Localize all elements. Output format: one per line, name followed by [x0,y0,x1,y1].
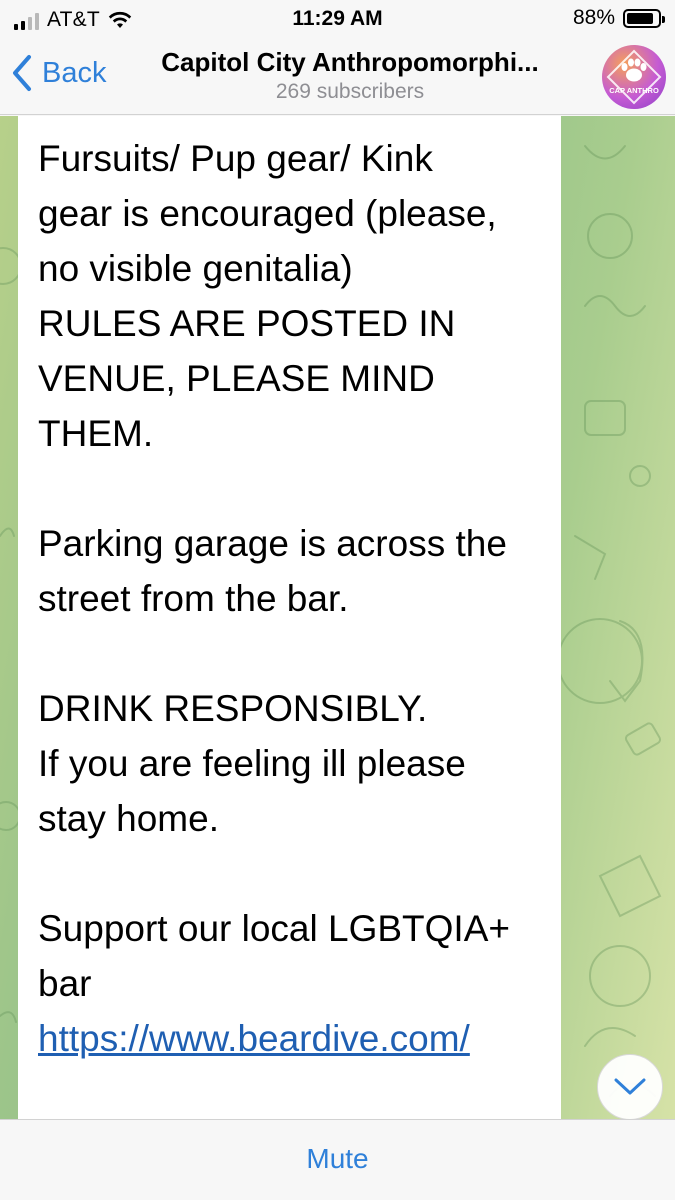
channel-header: Back Capitol City Anthropomorphi... 269 … [0,38,675,115]
chat-area[interactable]: Fursuits/ Pup gear/ Kink gear is encoura… [0,116,675,1119]
status-bar: AT&T 11:29 AM 88% [0,0,675,38]
chevron-left-icon [13,55,31,91]
chevron-down-icon [614,1078,646,1095]
battery-percent: 88% [572,6,615,29]
subscriber-count: 269 subscribers [275,80,425,103]
battery-icon [623,8,665,28]
message-bubble[interactable]: Fursuits/ Pup gear/ Kink gear is encoura… [18,116,561,1119]
mute-button[interactable]: Mute [0,1143,675,1175]
back-button[interactable]: Back [10,54,106,92]
message-link[interactable]: https://www.beardive.com/ [38,1011,541,1066]
battery-level [627,12,654,24]
channel-title: Capitol City Anthropomorphi... [161,47,539,77]
channel-avatar[interactable]: CAP ANTHRO [602,45,666,109]
scroll-down-button[interactable] [597,1054,663,1119]
channel-title-area[interactable]: Capitol City Anthropomorphi... 269 subsc… [130,47,570,104]
paw-logo-icon: CAP ANTHRO [606,49,662,105]
message-text: Fursuits/ Pup gear/ Kink gear is encoura… [38,138,510,1004]
status-right: 88% [572,6,665,30]
avatar-text: CAP ANTHRO [609,86,659,95]
bottom-bar: Mute [0,1119,675,1200]
back-label: Back [42,56,107,89]
